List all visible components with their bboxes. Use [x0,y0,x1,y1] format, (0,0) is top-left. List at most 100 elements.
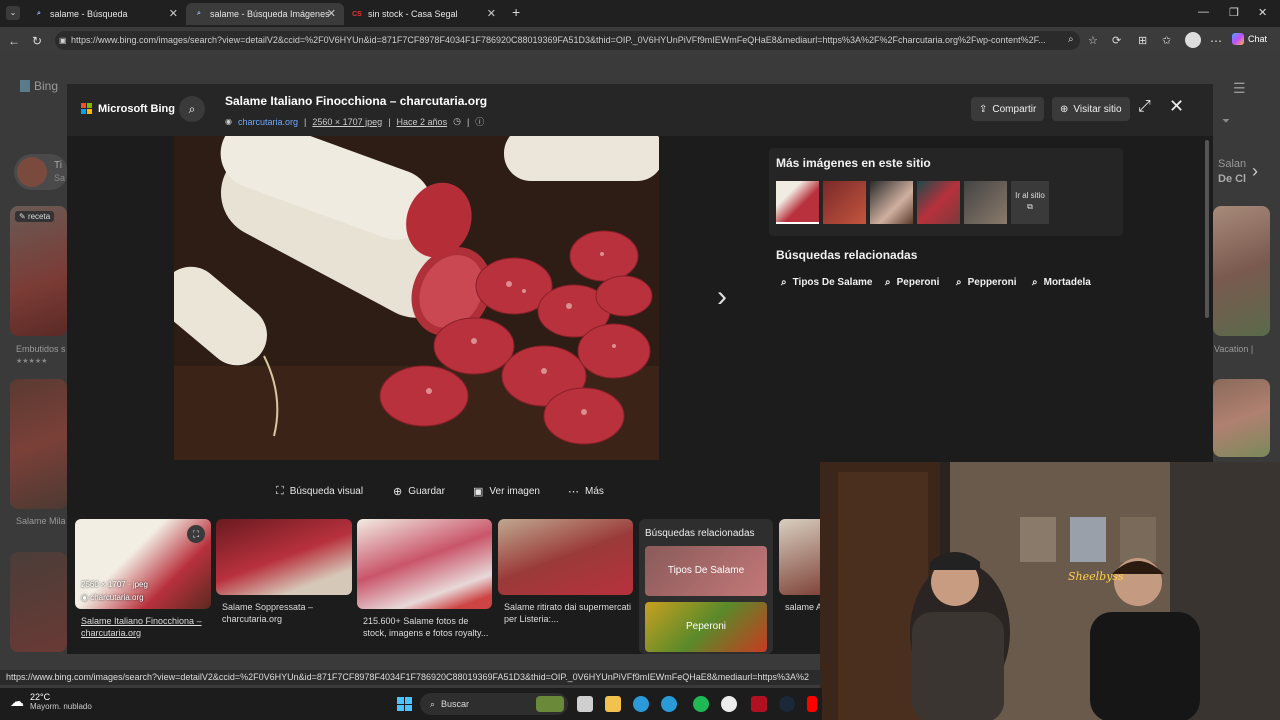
minimize-icon[interactable]: — [1198,6,1209,18]
close-icon[interactable]: ✕ [1169,96,1184,117]
app-red-icon[interactable] [751,696,767,712]
bg-thumb-bottom[interactable] [10,552,67,652]
result-caption-2[interactable]: Salame Soppressata – charcutaria.org [222,601,350,625]
site-thumb-2[interactable] [823,181,866,224]
result-caption-1[interactable]: Salame Italiano Finocchiona – charcutari… [81,615,211,639]
share-button[interactable]: ⇪ Compartir [971,97,1044,121]
related-searches-panel: Búsquedas relacionadas Tipos De Salame P… [639,519,773,654]
result-caption-5[interactable]: salame A [785,601,822,613]
back-icon[interactable]: ← [8,34,20,48]
steam-icon[interactable] [779,696,795,712]
microsoft-bing-logo[interactable]: Microsoft Bing [81,103,175,115]
filter-icon[interactable]: ⏷ [1222,116,1230,127]
favorites-icon[interactable]: ✩ [1162,34,1171,47]
source-link[interactable]: charcutaria.org [238,117,298,127]
related-chip-peperoni[interactable]: ⌕ Peperoni [885,277,939,288]
edge-active-icon[interactable] [661,696,677,712]
bg-thumb-receta[interactable]: ✎ receta [10,206,67,336]
spotify-icon[interactable] [693,696,709,712]
result-caption-3[interactable]: 215.600+ Salame fotos de stock, imagens … [363,615,491,639]
profile-avatar[interactable] [1185,32,1201,48]
bg-caption-salame: Salame Mila [16,516,66,526]
related-panel-item-label: Tipos De Salame [667,565,745,576]
tab-salame-busqueda[interactable]: ⌕ salame - Búsqueda ✕ [26,3,186,25]
dimensions-link[interactable]: 2560 × 1707 jpeg [312,117,382,127]
chatgpt-icon[interactable] [721,696,737,712]
close-icon[interactable]: ✕ [169,7,178,20]
new-tab-icon[interactable]: + [512,4,520,20]
related-panel-item-1[interactable]: Tipos De Salame [645,546,767,596]
main-image[interactable] [174,136,659,460]
file-explorer-icon[interactable] [605,696,621,712]
site-thumb-1[interactable] [776,181,819,224]
close-window-icon[interactable]: ✕ [1258,6,1267,19]
carousel-next-icon[interactable]: › [1252,161,1258,182]
age-link[interactable]: Hace 2 años [397,117,448,127]
refresh-icon[interactable]: ↻ [32,34,42,48]
result-card-1[interactable]: ⛶ 2560 × 1707 · jpeg ◉ charcutaria.org [75,519,211,609]
result-card-4[interactable] [498,519,633,595]
tab-menu-button[interactable]: ⌄ [6,6,20,20]
next-image-icon[interactable]: › [717,280,727,314]
start-icon[interactable] [397,697,412,711]
weather-widget[interactable]: ☁ 22°C Mayorm. nublado [10,692,92,711]
tab-salame-imagenes[interactable]: ⌕ salame - Búsqueda Imágenes ✕ [186,3,344,25]
close-icon[interactable]: ✕ [327,7,336,20]
more-options-icon[interactable]: ⋯ [1210,34,1222,48]
bg-thumb-salame[interactable] [10,379,67,509]
bing-b-icon [20,80,30,92]
windows-taskbar: ☁ 22°C Mayorm. nublado ⌕ Buscar [0,688,822,720]
result-card-3[interactable] [357,519,492,609]
tab-casa-segal[interactable]: CS sin stock - Casa Segal ✕ [344,3,504,25]
search-icon: ⌕ [956,277,962,288]
view-image-button[interactable]: ▣ Ver imagen [473,485,540,498]
youtube-icon[interactable] [807,696,817,712]
image-icon: ▣ [473,486,484,498]
expand-icon[interactable]: ⤢ [1138,98,1151,116]
zoom-icon[interactable]: ⌕ [1068,34,1074,45]
receta-badge-text: receta [27,212,51,221]
restore-icon[interactable]: ❐ [1229,6,1239,19]
hamburger-menu-icon[interactable]: ☰ [1233,80,1246,97]
visual-search-icon[interactable]: ⛶ [187,525,205,543]
search-icon: ⌕ [197,10,201,17]
related-card-thumb [17,157,47,187]
save-button[interactable]: ⊕ Guardar [393,485,445,498]
address-bar: ← ↻ ▣ https://www.bing.com/images/search… [0,27,1280,54]
edge-icon[interactable] [633,696,649,712]
related-panel-item-2[interactable]: Peperoni [645,602,767,652]
result-caption-4[interactable]: Salame ritirato dai supermercati per Lis… [504,601,632,625]
extensions-icon[interactable]: ⟳ [1112,34,1121,47]
site-thumb-5[interactable] [964,181,1007,224]
more-button[interactable]: ⋯ Más [568,485,604,498]
view-image-label: Ver imagen [489,486,540,497]
bg-thumb-right-2[interactable] [1213,379,1270,457]
webcam-scene: Sheelbyss [820,462,1280,720]
visual-search-button[interactable]: ⛶ Búsqueda visual [276,485,363,498]
bing-logo[interactable]: Bing [20,79,58,93]
related-chip-mortadela[interactable]: ⌕ Mortadela [1032,277,1091,288]
site-thumb-4[interactable] [917,181,960,224]
related-chip-tipos-de-salame[interactable]: ⌕ Tipos De Salame [781,277,872,288]
split-screen-icon[interactable]: ⊞ [1138,34,1147,47]
url-field[interactable]: ▣ https://www.bing.com/images/search?vie… [55,31,1080,50]
bg-thumb-right-1[interactable] [1213,206,1270,336]
chat-label: Chat [1248,34,1268,44]
info-icon[interactable]: ⓘ [475,115,484,128]
related-chip-pepperoni[interactable]: ⌕ Pepperoni [956,277,1017,288]
related-card-left[interactable]: Ti Sa [14,154,68,190]
task-view-icon[interactable] [577,696,593,712]
copilot-chat-button[interactable]: Chat [1232,33,1267,45]
modal-search-button[interactable]: ⌕ [179,96,205,122]
visit-site-button[interactable]: ⊕ Visitar sitio [1052,97,1130,121]
favorite-star-icon[interactable]: ☆ [1088,34,1098,47]
close-icon[interactable]: ✕ [487,7,496,20]
result-card-2[interactable] [216,519,352,595]
search-icon: ⌕ [430,698,436,709]
site-thumb-3[interactable] [870,181,913,224]
go-to-site-tile[interactable]: Ir al sitio ⧉ [1011,181,1049,224]
temperature: 22°C [30,692,51,702]
taskbar-search[interactable]: ⌕ Buscar [420,693,568,715]
modal-scrollbar[interactable] [1205,140,1209,318]
chip-label: Peperoni [896,277,940,288]
